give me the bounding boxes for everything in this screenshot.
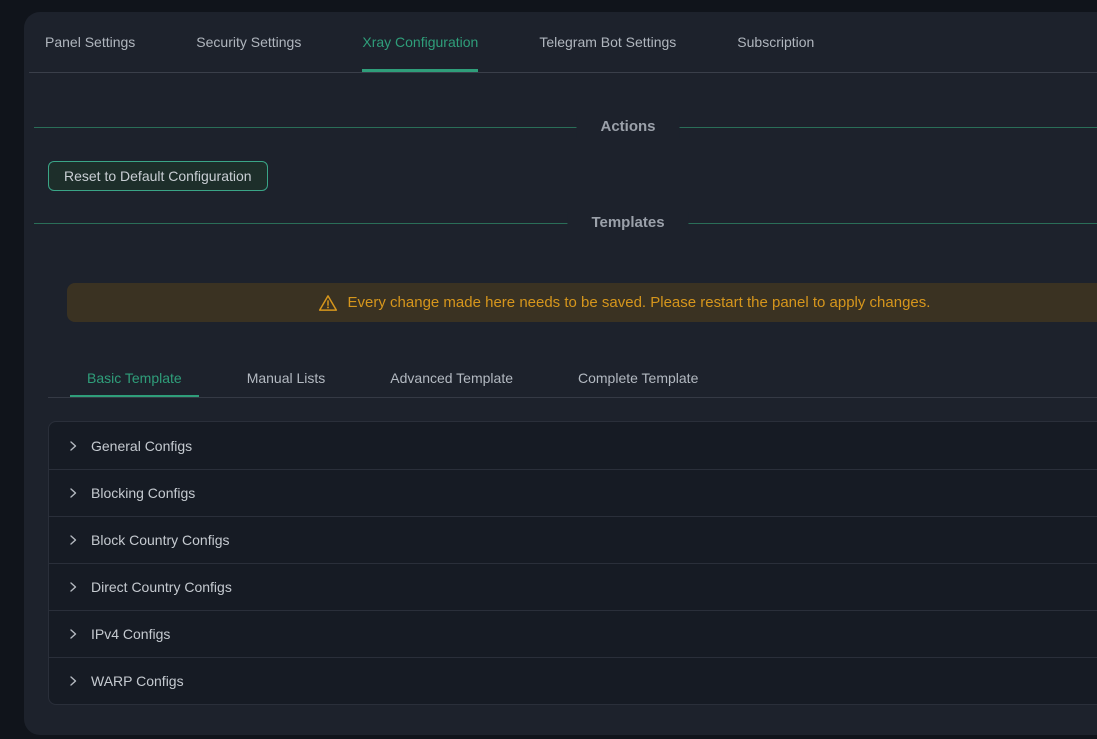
reset-default-config-button[interactable]: Reset to Default Configuration bbox=[48, 161, 268, 191]
templates-section-title: Templates bbox=[567, 212, 688, 234]
chevron-right-icon bbox=[67, 440, 79, 452]
tab-advanced-template[interactable]: Advanced Template bbox=[373, 358, 530, 397]
accordion-label: Blocking Configs bbox=[91, 485, 195, 501]
config-accordion: General Configs Blocking Configs bbox=[48, 421, 1097, 705]
warning-text: Every change made here needs to be saved… bbox=[348, 294, 931, 311]
chevron-right-icon bbox=[67, 534, 79, 546]
tab-subscription[interactable]: Subscription bbox=[737, 12, 814, 72]
accordion-header-block-country-configs[interactable]: Block Country Configs bbox=[49, 516, 1097, 563]
tab-telegram-bot-settings[interactable]: Telegram Bot Settings bbox=[539, 12, 676, 72]
restart-warning-banner: Every change made here needs to be saved… bbox=[67, 283, 1097, 322]
accordion-label: Direct Country Configs bbox=[91, 579, 232, 595]
tab-panel-settings[interactable]: Panel Settings bbox=[45, 12, 135, 72]
template-tab-bar: Basic Template Manual Lists Advanced Tem… bbox=[48, 358, 1097, 398]
accordion-header-general-configs[interactable]: General Configs bbox=[49, 422, 1097, 469]
accordion-label: General Configs bbox=[91, 438, 192, 454]
accordion-header-warp-configs[interactable]: WARP Configs bbox=[49, 657, 1097, 704]
tab-manual-lists[interactable]: Manual Lists bbox=[230, 358, 343, 397]
main-tab-bar: Panel Settings Security Settings Xray Co… bbox=[29, 12, 1097, 73]
chevron-right-icon bbox=[67, 628, 79, 640]
accordion-label: Block Country Configs bbox=[91, 532, 230, 548]
accordion-header-ipv4-configs[interactable]: IPv4 Configs bbox=[49, 610, 1097, 657]
settings-page: Panel Settings Security Settings Xray Co… bbox=[0, 0, 1097, 739]
accordion-header-direct-country-configs[interactable]: Direct Country Configs bbox=[49, 563, 1097, 610]
settings-card: Panel Settings Security Settings Xray Co… bbox=[24, 12, 1097, 735]
warning-triangle-icon bbox=[318, 293, 338, 313]
chevron-right-icon bbox=[67, 487, 79, 499]
accordion-header-blocking-configs[interactable]: Blocking Configs bbox=[49, 469, 1097, 516]
tab-security-settings[interactable]: Security Settings bbox=[196, 12, 301, 72]
tab-complete-template[interactable]: Complete Template bbox=[561, 358, 715, 397]
actions-section-title: Actions bbox=[576, 116, 679, 138]
tab-xray-configuration[interactable]: Xray Configuration bbox=[362, 12, 478, 72]
accordion-label: WARP Configs bbox=[91, 673, 184, 689]
chevron-right-icon bbox=[67, 675, 79, 687]
tab-basic-template[interactable]: Basic Template bbox=[70, 358, 199, 397]
tab-content: Actions Reset to Default Configuration T… bbox=[24, 116, 1097, 705]
accordion-label: IPv4 Configs bbox=[91, 626, 170, 642]
chevron-right-icon bbox=[67, 581, 79, 593]
actions-divider: Actions bbox=[34, 116, 1097, 138]
templates-divider: Templates bbox=[34, 212, 1097, 234]
